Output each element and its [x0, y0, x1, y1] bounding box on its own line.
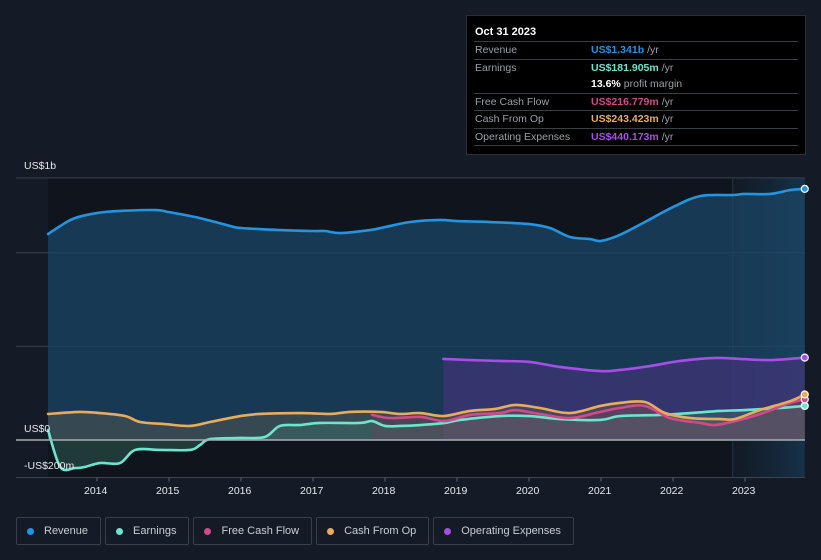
tooltip-row-earnings: Earnings US$181.905m /yr	[474, 58, 798, 77]
y-axis-label-zero: US$0	[24, 423, 51, 435]
x-tick-label: 2020	[516, 485, 540, 497]
tooltip-unit: /yr	[661, 61, 674, 74]
legend-label: Free Cash Flow	[221, 525, 300, 537]
earnings-dot-icon	[116, 527, 124, 535]
tooltip-row-operating-expenses: Operating Expenses US$440.173m /yr	[474, 127, 798, 146]
x-tick-label: 2014	[84, 485, 108, 497]
x-tick-label: 2018	[372, 485, 396, 497]
legend-label: Cash From Op	[344, 525, 417, 537]
tooltip-date: Oct 31 2023	[475, 26, 537, 38]
tooltip-value: US$440.173m	[591, 130, 659, 143]
tooltip-value: US$216.779m	[591, 95, 659, 108]
tooltip-label: Revenue	[475, 44, 518, 56]
y-axis-label-top: US$1b	[24, 160, 57, 172]
legend-item-free-cash-flow[interactable]: Free Cash Flow	[193, 517, 313, 545]
x-tick-label: 2021	[588, 485, 612, 497]
tooltip: Oct 31 2023 Revenue US$1.341b /yr Earnin…	[466, 15, 806, 155]
legend-label: Earnings	[133, 525, 177, 537]
free-cash-flow-dot-icon	[204, 527, 212, 535]
x-tick-label: 2017	[300, 485, 324, 497]
tooltip-value: US$181.905m	[591, 61, 659, 74]
profit-margin-label: profit margin	[623, 78, 683, 90]
tooltip-value: US$243.423m	[591, 113, 659, 125]
y-axis-label-negative: -US$200m	[24, 460, 75, 472]
tooltip-unit: /yr	[661, 130, 674, 143]
tooltip-label: Earnings	[475, 61, 517, 74]
tooltip-label: Operating Expenses	[475, 130, 571, 143]
tooltip-row-cash-from-op: Cash From Op US$243.423m /yr	[474, 110, 798, 128]
tooltip-unit: /yr	[661, 113, 674, 125]
tooltip-row-profit-margin: 13.6% profit margin	[474, 76, 798, 93]
tooltip-label: Free Cash Flow	[475, 95, 550, 108]
operating-expenses-end-point	[800, 353, 809, 362]
x-tick-label: 2019	[444, 485, 468, 497]
tooltip-unit: /yr	[647, 44, 659, 56]
cash-from-op-dot-icon	[327, 527, 335, 535]
tooltip-value: US$1.341b	[591, 44, 645, 56]
legend-item-revenue[interactable]: Revenue	[16, 517, 102, 545]
legend-item-operating-expenses[interactable]: Operating Expenses	[433, 517, 574, 545]
cash-from-op-end-point	[800, 390, 809, 399]
tooltip-unit: /yr	[661, 95, 674, 108]
tooltip-label: Cash From Op	[475, 113, 544, 125]
x-tick-label: 2022	[660, 485, 684, 497]
legend: Revenue Earnings Free Cash Flow Cash Fro…	[16, 517, 574, 545]
profit-margin-value: 13.6%	[591, 78, 621, 90]
operating-expenses-dot-icon	[444, 527, 452, 535]
earnings-end-point	[800, 401, 809, 411]
x-tick-label: 2016	[228, 485, 252, 497]
legend-item-cash-from-op[interactable]: Cash From Op	[316, 517, 430, 545]
legend-label: Operating Expenses	[461, 525, 561, 537]
tooltip-label	[474, 76, 591, 93]
revenue-dot-icon	[27, 527, 34, 535]
tooltip-row-revenue: Revenue US$1.341b /yr	[474, 41, 798, 59]
revenue-end-point	[800, 184, 809, 193]
legend-item-earnings[interactable]: Earnings	[105, 517, 190, 545]
legend-label: Revenue	[44, 525, 89, 537]
tooltip-row-free-cash-flow: Free Cash Flow US$216.779m /yr	[474, 92, 798, 111]
x-tick-label: 2023	[732, 485, 756, 497]
x-tick-label: 2015	[156, 485, 180, 497]
